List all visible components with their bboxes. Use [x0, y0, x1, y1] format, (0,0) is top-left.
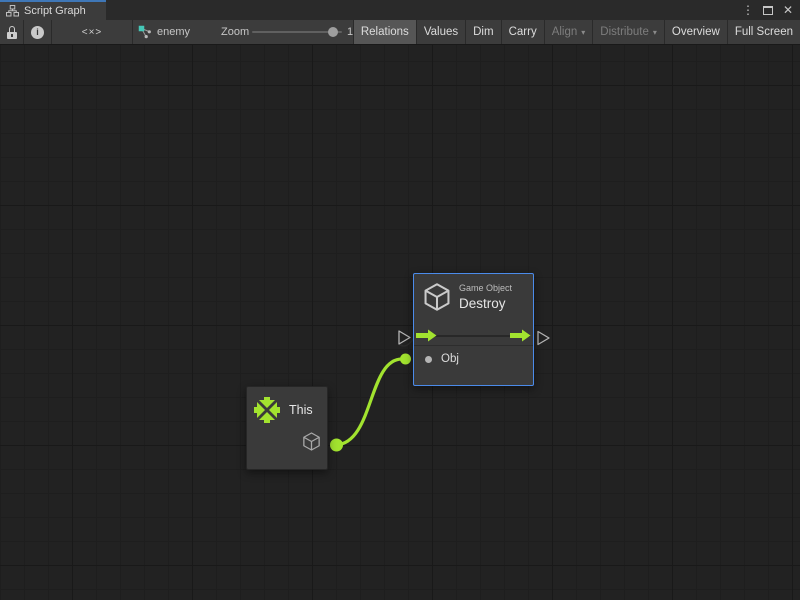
game-object-cube-icon — [424, 283, 450, 311]
graph-network-icon — [138, 25, 152, 39]
node-title: This — [289, 403, 313, 417]
node-divider — [414, 345, 533, 346]
node-this[interactable]: This — [246, 386, 328, 470]
close-button[interactable]: ✕ — [781, 1, 795, 19]
node-title: Destroy — [459, 296, 512, 311]
control-input-arrow-icon[interactable] — [416, 329, 437, 342]
connection-cable[interactable] — [336, 359, 402, 445]
code-view-button[interactable]: <×> — [52, 20, 133, 44]
graph-hierarchy-icon — [6, 5, 19, 17]
breadcrumb-label: enemy — [157, 26, 190, 38]
lock-button[interactable] — [0, 20, 24, 44]
tab-script-graph[interactable]: Script Graph — [0, 0, 106, 20]
script-graph-window: Script Graph ⋮ ✕ i <×> — [0, 0, 800, 600]
toolbar-button-values[interactable]: Values — [416, 20, 465, 44]
port-dot-icon[interactable] — [425, 356, 432, 363]
connections-overlay — [0, 45, 800, 600]
tab-label: Script Graph — [24, 5, 86, 17]
connection-start-dot[interactable] — [330, 439, 343, 452]
control-output-arrow-icon[interactable] — [510, 329, 531, 342]
lock-icon — [7, 26, 17, 39]
maximize-button[interactable] — [761, 1, 775, 19]
node-category: Game Object — [459, 283, 512, 293]
toolbar-button-carry[interactable]: Carry — [501, 20, 544, 44]
more-button[interactable]: ⋮ — [741, 1, 755, 19]
maximize-icon — [763, 6, 773, 15]
value-input-port[interactable]: Obj — [425, 353, 459, 365]
chevron-down-icon: ▾ — [653, 28, 657, 37]
connection-end-dot[interactable] — [400, 354, 411, 365]
window-controls: ⋮ ✕ — [741, 0, 800, 20]
graph-breadcrumb[interactable]: enemy — [138, 20, 190, 44]
zoom-slider[interactable] — [252, 31, 342, 33]
toolbar-button-distribute[interactable]: Distribute ▾ — [592, 20, 664, 44]
port-label: Obj — [441, 353, 459, 365]
node-destroy[interactable]: Game Object Destroy Obj — [413, 273, 534, 386]
game-object-output-port[interactable] — [303, 432, 320, 451]
graph-toolbar: i <×> enemy Zoom 1x Relations Values Dim… — [0, 20, 800, 45]
more-icon: ⋮ — [742, 3, 754, 17]
control-output-port-triangle[interactable] — [538, 332, 549, 345]
info-icon: i — [31, 26, 44, 39]
toolbar-buttons: Relations Values Dim Carry Align ▾ Distr… — [353, 20, 800, 44]
toolbar-button-overview[interactable]: Overview — [664, 20, 727, 44]
this-self-icon — [254, 397, 280, 423]
toolbar-button-align[interactable]: Align ▾ — [544, 20, 593, 44]
zoom-label: Zoom — [221, 20, 249, 44]
info-button[interactable]: i — [24, 20, 52, 44]
close-icon: ✕ — [783, 3, 793, 17]
toolbar-button-fullscreen[interactable]: Full Screen — [727, 20, 800, 44]
control-input-port-triangle[interactable] — [399, 331, 410, 344]
toolbar-button-relations[interactable]: Relations — [353, 20, 416, 44]
graph-canvas[interactable]: Game Object Destroy Obj — [0, 45, 800, 600]
title-bar: Script Graph ⋮ ✕ — [0, 0, 800, 20]
chevron-down-icon: ▾ — [581, 28, 585, 37]
zoom-slider-handle[interactable] — [328, 27, 338, 37]
node-destroy-header: Game Object Destroy — [424, 283, 512, 311]
toolbar-button-dim[interactable]: Dim — [465, 20, 500, 44]
code-icon: <×> — [82, 27, 103, 38]
